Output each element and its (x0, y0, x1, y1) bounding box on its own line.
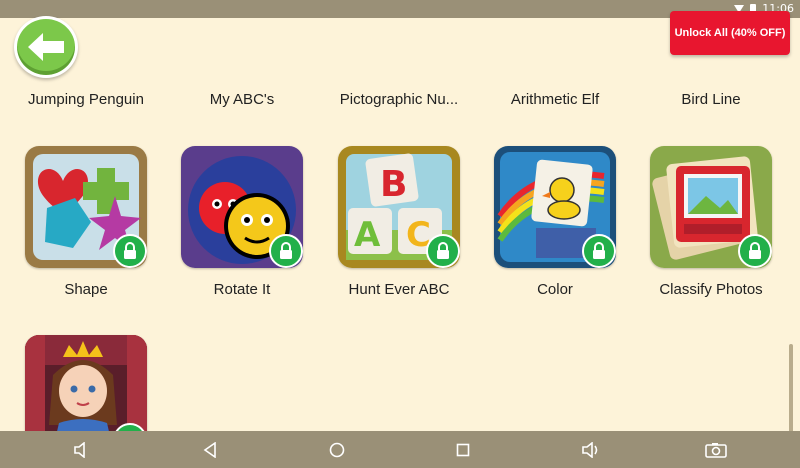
app-label-classify-photos[interactable]: Classify Photos (633, 281, 789, 298)
volume-down-button[interactable] (64, 431, 100, 468)
app-tile-hunt-ever-abc[interactable]: B A C (338, 146, 460, 268)
app-label-rotate-it[interactable]: Rotate It (164, 281, 320, 298)
svg-text:A: A (354, 215, 381, 255)
lock-icon (582, 234, 616, 268)
scrollbar[interactable] (789, 344, 793, 434)
app-label-hunt-ever-abc[interactable]: Hunt Ever ABC (321, 281, 477, 298)
nav-recents-button[interactable] (445, 431, 481, 468)
app-label-arithmetic-elf[interactable]: Arithmetic Elf (477, 91, 633, 108)
back-arrow-icon (28, 33, 64, 61)
app-tile-color[interactable] (494, 146, 616, 268)
navigation-bar (0, 431, 800, 468)
app-label-shape[interactable]: Shape (8, 281, 164, 298)
nav-recents-icon (456, 443, 470, 456)
nav-back-icon (203, 441, 216, 458)
screenshot-button[interactable] (698, 431, 734, 468)
app-label-jumping-penguin[interactable]: Jumping Penguin (8, 91, 164, 108)
svg-text:B: B (380, 164, 407, 205)
camera-icon (705, 442, 727, 458)
volume-up-button[interactable] (573, 431, 609, 468)
nav-back-button[interactable] (192, 431, 228, 468)
app-label-my-abcs[interactable]: My ABC's (164, 91, 320, 108)
app-tile-shape[interactable] (25, 146, 147, 268)
nav-home-button[interactable] (319, 431, 355, 468)
app-label-pictographic-numbers[interactable]: Pictographic Nu... (321, 91, 477, 108)
app-tile-classify-photos[interactable] (650, 146, 772, 268)
volume-down-icon (74, 441, 85, 458)
app-tile-rotate-it[interactable] (181, 146, 303, 268)
volume-up-icon (582, 441, 598, 458)
back-button[interactable] (14, 16, 78, 78)
nav-home-icon (329, 442, 345, 457)
lock-icon (426, 234, 460, 268)
lock-icon (113, 234, 147, 268)
unlock-all-button[interactable]: Unlock All (40% OFF) (670, 11, 790, 55)
app-label-color[interactable]: Color (477, 281, 633, 298)
lock-icon (269, 234, 303, 268)
lock-icon (738, 234, 772, 268)
app-label-bird-line[interactable]: Bird Line (633, 91, 789, 108)
